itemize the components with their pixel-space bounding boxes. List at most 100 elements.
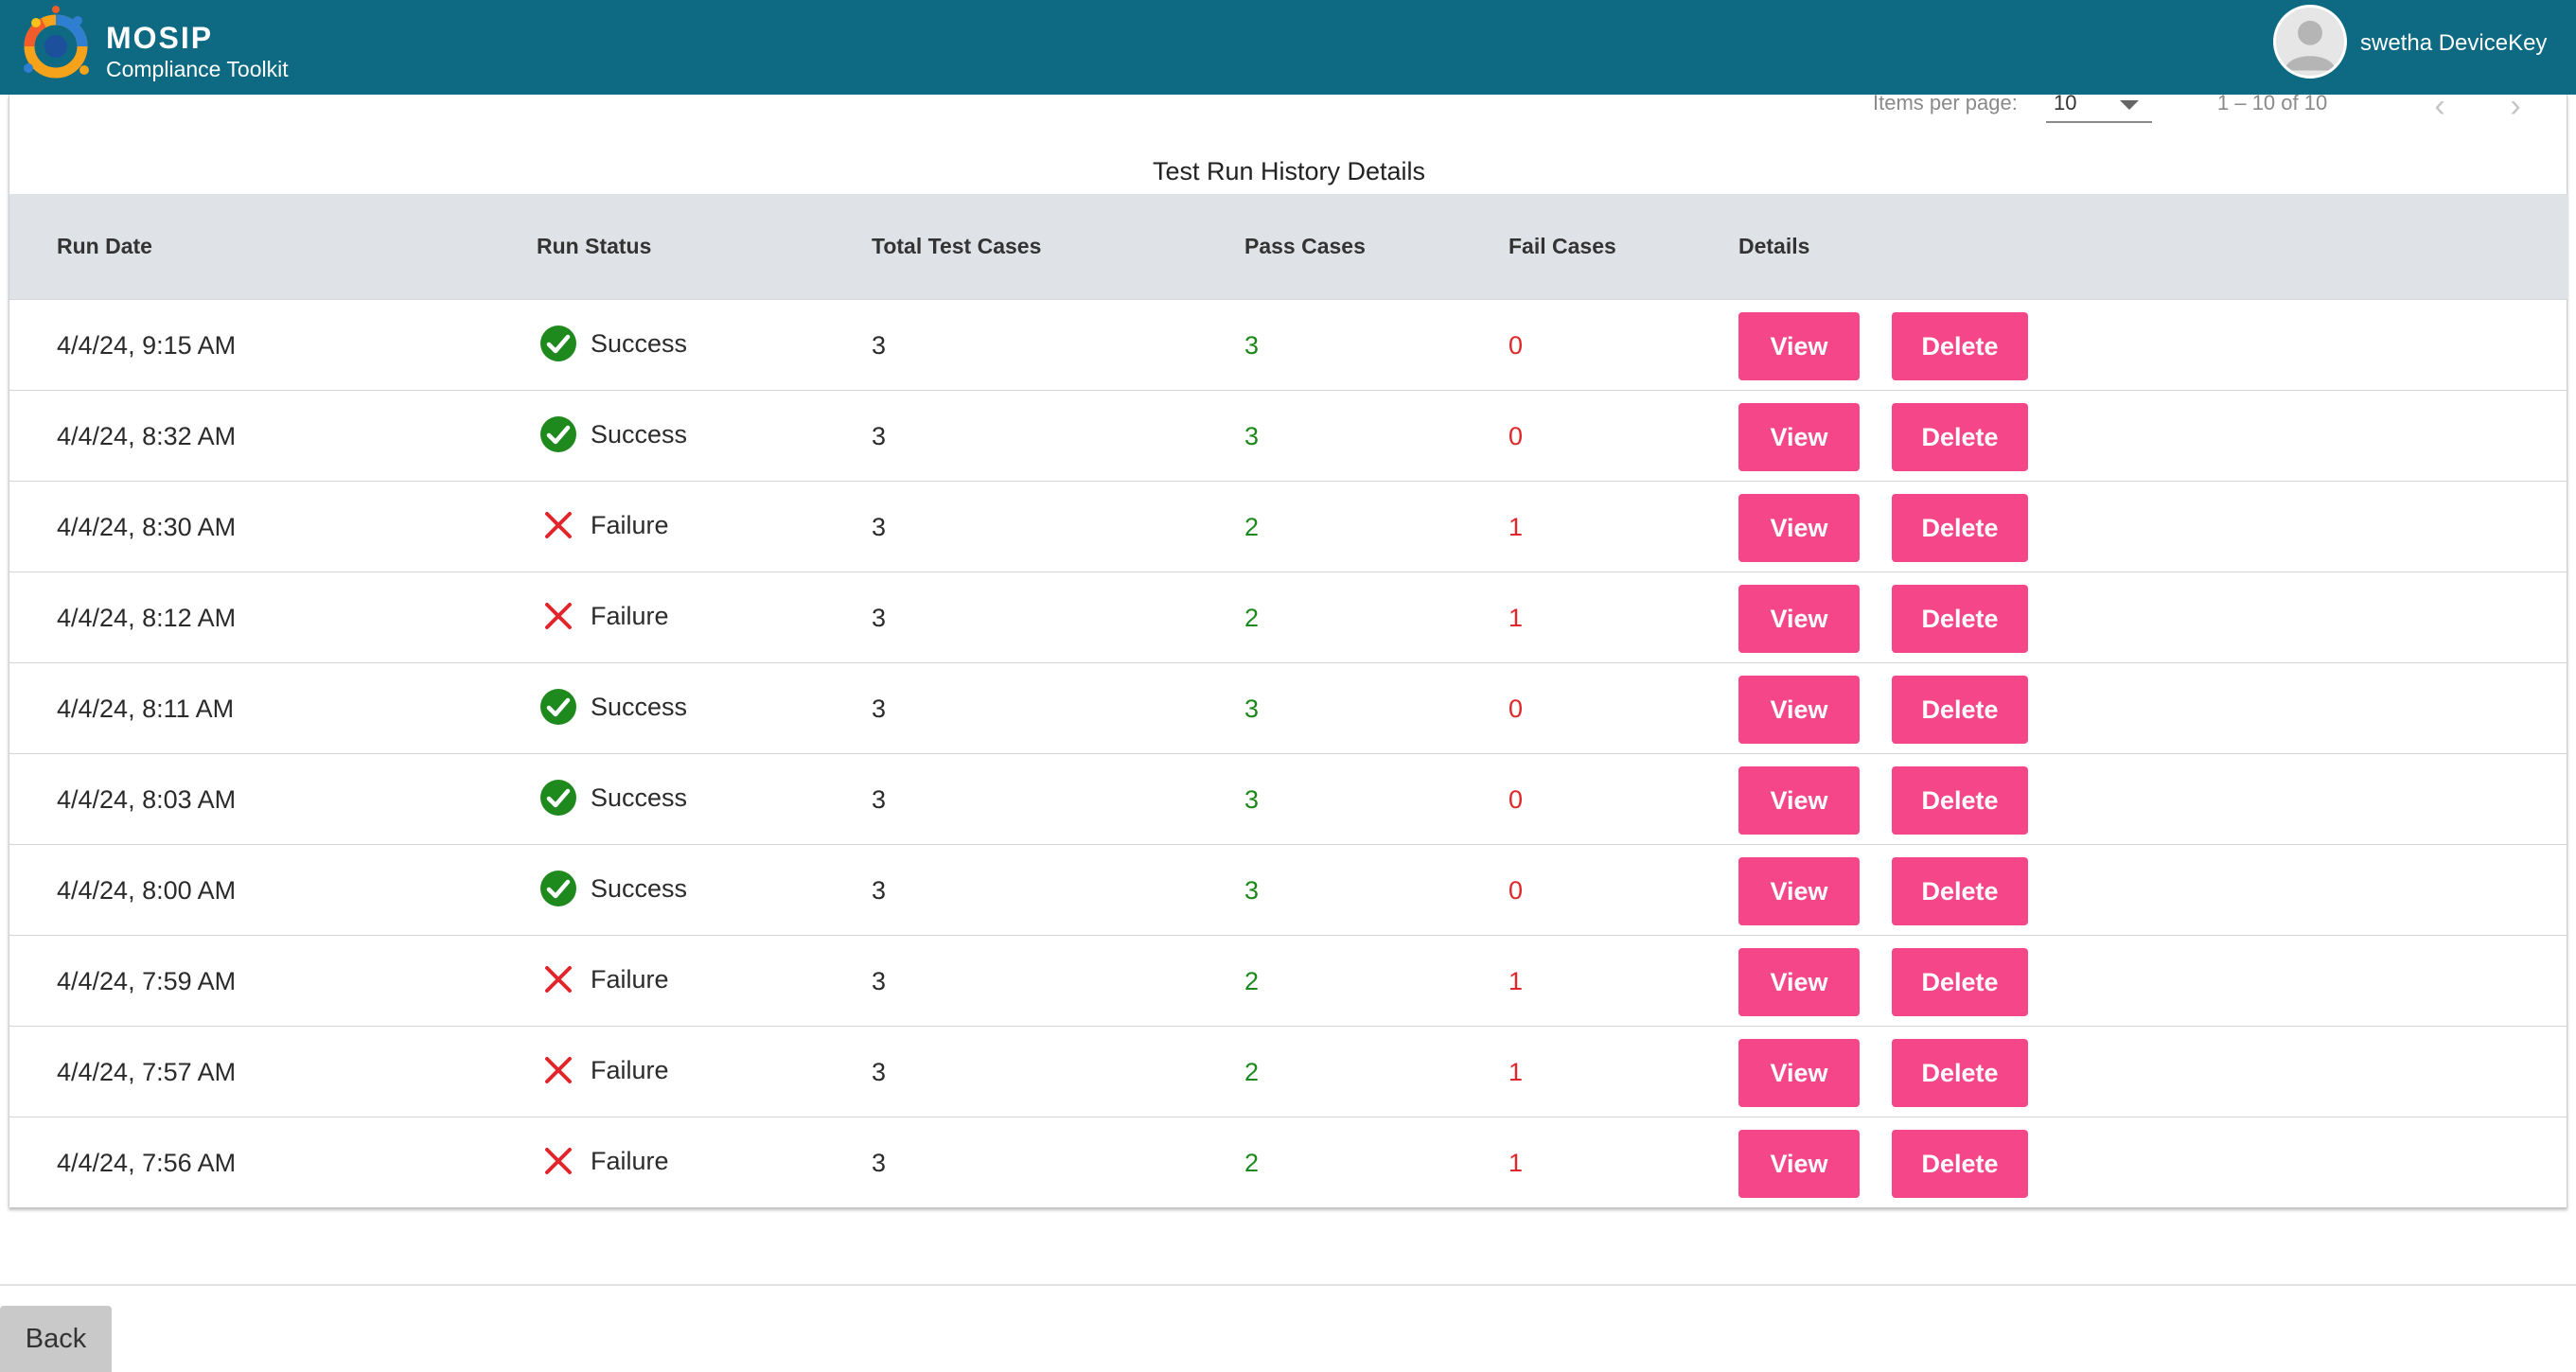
run-status-label: Success	[591, 692, 688, 721]
view-button[interactable]: View	[1738, 857, 1860, 925]
table-title: Test Run History Details	[1152, 157, 1426, 185]
delete-button[interactable]: Delete	[1892, 585, 2028, 653]
table-header: Run Date Run Status Total Test Cases Pas…	[9, 194, 2568, 299]
fail-cases: 1	[1509, 1058, 1524, 1086]
fail-cases: 1	[1509, 513, 1524, 541]
run-date: 4/4/24, 8:30 AM	[57, 513, 237, 541]
view-button[interactable]: View	[1738, 948, 1860, 1016]
run-status-label: Failure	[591, 1055, 669, 1084]
fail-cases: 1	[1509, 967, 1524, 995]
total-test-cases: 3	[872, 785, 887, 814]
previous-page-button[interactable]: ‹	[2421, 87, 2459, 125]
table-row: 4/4/24, 8:32 AM Success 3 3 0 View Delete	[9, 390, 2568, 481]
run-date: 4/4/24, 8:00 AM	[57, 876, 237, 905]
run-date: 4/4/24, 7:57 AM	[57, 1058, 237, 1086]
view-button[interactable]: View	[1738, 494, 1860, 562]
total-test-cases: 3	[872, 331, 887, 360]
delete-button[interactable]: Delete	[1892, 766, 2028, 835]
paginator: Items per page: 10 1 – 10 of 10 ‹ ›	[9, 88, 2567, 151]
run-status: Failure	[539, 960, 669, 998]
col-pass-cases: Pass Cases	[1244, 234, 1366, 258]
brand-name: MOSIP	[106, 21, 214, 55]
items-per-page-select[interactable]: 10	[2046, 89, 2152, 123]
delete-button[interactable]: Delete	[1892, 1039, 2028, 1107]
fail-cases: 0	[1509, 695, 1524, 723]
delete-button[interactable]: Delete	[1892, 494, 2028, 562]
run-status: Failure	[539, 506, 669, 544]
run-date: 4/4/24, 8:03 AM	[57, 785, 237, 814]
total-test-cases: 3	[872, 1058, 887, 1086]
run-date: 4/4/24, 8:11 AM	[57, 695, 235, 723]
brand-subtitle: Compliance Toolkit	[106, 57, 289, 81]
user-name[interactable]: swetha DeviceKey	[2360, 30, 2547, 57]
success-check-icon	[540, 780, 576, 816]
run-status: Success	[539, 415, 687, 453]
run-date: 4/4/24, 7:56 AM	[57, 1149, 237, 1177]
table-row: 4/4/24, 9:15 AM Success 3 3 0 View Delete	[9, 299, 2568, 390]
pass-cases: 2	[1244, 1058, 1260, 1086]
total-test-cases: 3	[872, 422, 887, 450]
run-status: Failure	[539, 597, 669, 635]
page-range-label: 1 – 10 of 10	[2217, 91, 2328, 114]
mosip-logo-icon	[24, 6, 89, 79]
view-button[interactable]: View	[1738, 1039, 1860, 1107]
delete-button[interactable]: Delete	[1892, 857, 2028, 925]
col-run-status: Run Status	[537, 234, 652, 258]
run-status-label: Success	[591, 783, 688, 812]
pass-cases: 3	[1244, 785, 1260, 814]
total-test-cases: 3	[872, 1149, 887, 1177]
success-check-icon	[540, 325, 576, 361]
run-status-label: Failure	[591, 601, 669, 630]
view-button[interactable]: View	[1738, 312, 1860, 380]
view-button[interactable]: View	[1738, 585, 1860, 653]
failure-x-icon	[545, 603, 572, 629]
pass-cases: 3	[1244, 695, 1260, 723]
run-status: Success	[539, 325, 687, 362]
run-date: 4/4/24, 8:32 AM	[57, 422, 237, 450]
total-test-cases: 3	[872, 967, 887, 995]
col-run-date: Run Date	[57, 234, 152, 258]
run-status-label: Failure	[591, 510, 669, 539]
total-test-cases: 3	[872, 604, 887, 632]
delete-button[interactable]: Delete	[1892, 312, 2028, 380]
pass-cases: 3	[1244, 331, 1260, 360]
success-check-icon	[540, 689, 576, 725]
pass-cases: 2	[1244, 1149, 1260, 1177]
table-row: 4/4/24, 8:30 AM Failure 3 2 1 View Delete	[9, 481, 2568, 572]
view-button[interactable]: View	[1738, 766, 1860, 835]
view-button[interactable]: View	[1738, 403, 1860, 471]
total-test-cases: 3	[872, 876, 887, 905]
back-button[interactable]: Back	[0, 1306, 112, 1372]
delete-button[interactable]: Delete	[1892, 948, 2028, 1016]
run-status-label: Success	[591, 419, 688, 449]
pass-cases: 3	[1244, 422, 1260, 450]
run-status: Success	[539, 779, 687, 817]
failure-x-icon	[545, 1057, 572, 1083]
fail-cases: 1	[1509, 1149, 1524, 1177]
run-status-label: Success	[591, 873, 688, 903]
col-details: Details	[1738, 234, 1810, 258]
run-status: Failure	[539, 1051, 669, 1089]
delete-button[interactable]: Delete	[1892, 403, 2028, 471]
col-fail-cases: Fail Cases	[1509, 234, 1616, 258]
test-run-history-card: Items per page: 10 1 – 10 of 10 ‹ › Test…	[9, 88, 2568, 1207]
col-total-test-cases: Total Test Cases	[872, 234, 1042, 258]
table-row: 4/4/24, 7:59 AM Failure 3 2 1 View Delete	[9, 935, 2568, 1026]
total-test-cases: 3	[872, 695, 887, 723]
run-status-label: Failure	[591, 1146, 669, 1175]
failure-x-icon	[545, 1148, 572, 1174]
pass-cases: 3	[1244, 876, 1260, 905]
delete-button[interactable]: Delete	[1892, 676, 2028, 744]
delete-button[interactable]: Delete	[1892, 1130, 2028, 1198]
table-row: 4/4/24, 8:03 AM Success 3 3 0 View Delete	[9, 753, 2568, 844]
user-avatar-icon	[2285, 20, 2336, 71]
failure-x-icon	[545, 512, 572, 538]
view-button[interactable]: View	[1738, 676, 1860, 744]
fail-cases: 0	[1509, 422, 1524, 450]
next-page-button[interactable]: ›	[2497, 87, 2534, 125]
user-avatar[interactable]	[2273, 5, 2347, 79]
view-button[interactable]: View	[1738, 1130, 1860, 1198]
run-date: 4/4/24, 8:12 AM	[57, 604, 237, 632]
failure-x-icon	[545, 966, 572, 993]
fail-cases: 0	[1509, 331, 1524, 360]
